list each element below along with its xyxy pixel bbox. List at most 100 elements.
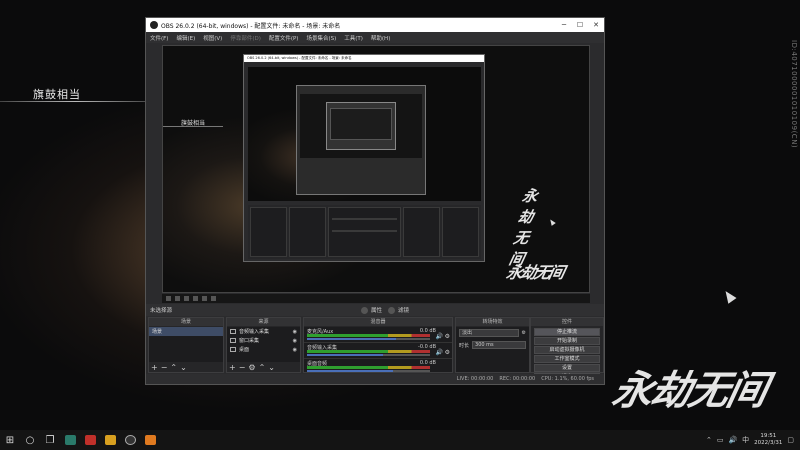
- controls-dock: 控件 停止推流 开始录制 启动虚拟摄像机 工作室模式 设置 退出: [530, 317, 604, 381]
- mouse-cursor-icon: [721, 288, 737, 304]
- nested-sources-dock: [289, 207, 327, 257]
- menu-profile[interactable]: 配置文件(P): [269, 34, 299, 42]
- scenes-dock-title: 场景: [149, 318, 223, 326]
- status-bar: LIVE: 00:00:00 REC: 00:00:00 CPU: 1.1%, …: [146, 374, 604, 384]
- speaker-icon[interactable]: 🔊: [436, 333, 443, 340]
- transitions-body: 淡出 ⚙ 时长 300 ms: [456, 327, 529, 372]
- source-item[interactable]: 音频输入采集 ◉: [227, 327, 300, 336]
- volume-icon[interactable]: 🔊: [728, 436, 737, 444]
- gear-icon[interactable]: ⚙: [445, 349, 450, 356]
- move-down-icon[interactable]: ⌄: [180, 363, 187, 372]
- menu-scene-collection[interactable]: 场景集合(S): [306, 34, 336, 42]
- studio-mode-button[interactable]: 工作室模式: [534, 355, 600, 363]
- app-orange-icon[interactable]: [140, 430, 160, 450]
- gear-icon[interactable]: [361, 306, 368, 314]
- controls-dock-title: 控件: [531, 318, 603, 326]
- app-yellow-icon[interactable]: [100, 430, 120, 450]
- obs-titlebar[interactable]: OBS 26.0.2 (64-bit, windows) - 配置文件: 未命名…: [146, 18, 604, 32]
- volume-slider[interactable]: [307, 370, 430, 372]
- start-icon[interactable]: ⊞: [0, 430, 20, 450]
- nested-titlebar: OBS 26.0.2 (64-bit, windows) - 配置文件: 未命名…: [244, 55, 484, 62]
- minimize-icon[interactable]: ─: [556, 21, 572, 29]
- nested-preview: 永劫无间: [248, 67, 538, 268]
- transitions-dock: 转场特效 淡出 ⚙ 时长 300 ms: [455, 317, 530, 373]
- stop-streaming-button[interactable]: 停止推流: [534, 328, 600, 336]
- duration-input[interactable]: 300 ms: [472, 341, 526, 349]
- preview-task-icon: [211, 296, 216, 301]
- scenes-list[interactable]: 场景: [149, 327, 223, 362]
- scene-item[interactable]: 场景: [149, 327, 223, 336]
- add-icon[interactable]: +: [229, 363, 236, 372]
- clock-time: 19:51: [760, 433, 777, 439]
- source-item[interactable]: 桌面 ◉: [227, 345, 300, 354]
- mixer-channel: 音频输入采集 -0.0 dB 🔊 ⚙: [304, 343, 452, 359]
- ime-icon[interactable]: 中: [742, 435, 749, 445]
- move-up-icon[interactable]: ⌃: [170, 363, 177, 372]
- remove-icon[interactable]: −: [161, 363, 168, 372]
- visibility-icon[interactable]: ◉: [293, 338, 297, 344]
- maximize-icon[interactable]: ☐: [572, 21, 588, 29]
- obs-window[interactable]: OBS 26.0.2 (64-bit, windows) - 配置文件: 未命名…: [145, 17, 605, 385]
- clock-date: 2022/3/31: [754, 440, 783, 446]
- speaker-icon[interactable]: 🔊: [436, 349, 443, 356]
- network-icon[interactable]: ▭: [717, 436, 724, 444]
- notification-icon[interactable]: ▢: [787, 436, 794, 444]
- preview-task-icon: [202, 296, 207, 301]
- menu-docks[interactable]: 停靠部件(D): [230, 34, 261, 42]
- sources-dock: 来源 音频输入采集 ◉ 窗口采集 ◉ 桌面 ◉ + − ⚙ ⌃ ⌄: [226, 317, 301, 373]
- chevron-up-icon[interactable]: ⌃: [706, 436, 712, 444]
- search-icon[interactable]: ○: [20, 430, 40, 450]
- obs-icon[interactable]: [120, 430, 140, 450]
- properties-button[interactable]: 属性: [371, 306, 382, 314]
- volume-meter: [307, 334, 430, 337]
- task-view-icon[interactable]: ❐: [40, 430, 60, 450]
- cpu-status: CPU: 1.1%, 60.00 fps: [541, 376, 594, 382]
- gear-icon[interactable]: ⚙: [248, 363, 255, 372]
- preview-task-icon: [166, 296, 171, 301]
- mixer-dock: 混音器 麦克风/Aux 0.0 dB 🔊 ⚙ 音频输入采集 -0.0 dB 🔊: [303, 317, 453, 375]
- menu-view[interactable]: 视图(V): [203, 34, 222, 42]
- sources-dock-footer: + − ⚙ ⌃ ⌄: [229, 363, 298, 372]
- preview-logo-medium: 永劫无间: [507, 187, 538, 268]
- scenes-dock-footer: + − ⌃ ⌄: [151, 363, 221, 372]
- volume-slider[interactable]: [307, 338, 430, 340]
- source-item[interactable]: 窗口采集 ◉: [227, 336, 300, 345]
- filters-button[interactable]: 滤镜: [398, 306, 409, 314]
- gear-icon[interactable]: ⚙: [522, 330, 526, 336]
- start-recording-button[interactable]: 开始录制: [534, 337, 600, 345]
- gear-icon[interactable]: ⚙: [445, 333, 450, 340]
- controls-body: 停止推流 开始录制 启动虚拟摄像机 工作室模式 设置 退出: [531, 327, 603, 381]
- close-icon[interactable]: ✕: [588, 21, 604, 29]
- visibility-icon[interactable]: ◉: [293, 347, 297, 353]
- volume-slider[interactable]: [307, 354, 430, 356]
- preview-taskbar: [162, 294, 590, 303]
- store-icon[interactable]: [60, 430, 80, 450]
- preview-task-icon: [184, 296, 189, 301]
- move-down-icon[interactable]: ⌄: [268, 363, 275, 372]
- menu-help[interactable]: 帮助(H): [371, 34, 390, 42]
- obs-preview[interactable]: 旗鼓相当 OBS 26.0.2 (64-bit, windows) - 配置文件…: [162, 45, 590, 293]
- move-up-icon[interactable]: ⌃: [259, 363, 266, 372]
- sources-list[interactable]: 音频输入采集 ◉ 窗口采集 ◉ 桌面 ◉: [227, 327, 300, 362]
- rec-status: REC: 00:00:00: [499, 376, 536, 382]
- filter-icon[interactable]: [388, 306, 396, 314]
- volume-meter: [307, 350, 430, 353]
- menu-tools[interactable]: 工具(T): [344, 34, 363, 42]
- volume-slider-fill: [307, 338, 396, 340]
- visibility-icon[interactable]: ◉: [293, 329, 297, 335]
- menu-edit[interactable]: 编辑(E): [176, 34, 195, 42]
- settings-button[interactable]: 设置: [534, 364, 600, 372]
- mixer-dock-title: 混音器: [304, 318, 452, 326]
- app-red-icon[interactable]: [80, 430, 100, 450]
- obs-logo-icon: [150, 21, 158, 29]
- menu-file[interactable]: 文件(F): [150, 34, 168, 42]
- scenes-dock: 场景 场景 + − ⌃ ⌄: [148, 317, 224, 373]
- clock[interactable]: 19:51 2022/3/31: [754, 433, 782, 447]
- source-item-label: 桌面: [239, 347, 250, 353]
- nested-preview-2: [300, 94, 422, 158]
- transition-select[interactable]: 淡出: [459, 329, 519, 337]
- virtual-camera-button[interactable]: 启动虚拟摄像机: [534, 346, 600, 354]
- add-icon[interactable]: +: [151, 363, 158, 372]
- remove-icon[interactable]: −: [239, 363, 246, 372]
- mixer-channels: 麦克风/Aux 0.0 dB 🔊 ⚙ 音频输入采集 -0.0 dB 🔊 ⚙ 桌面…: [304, 327, 452, 375]
